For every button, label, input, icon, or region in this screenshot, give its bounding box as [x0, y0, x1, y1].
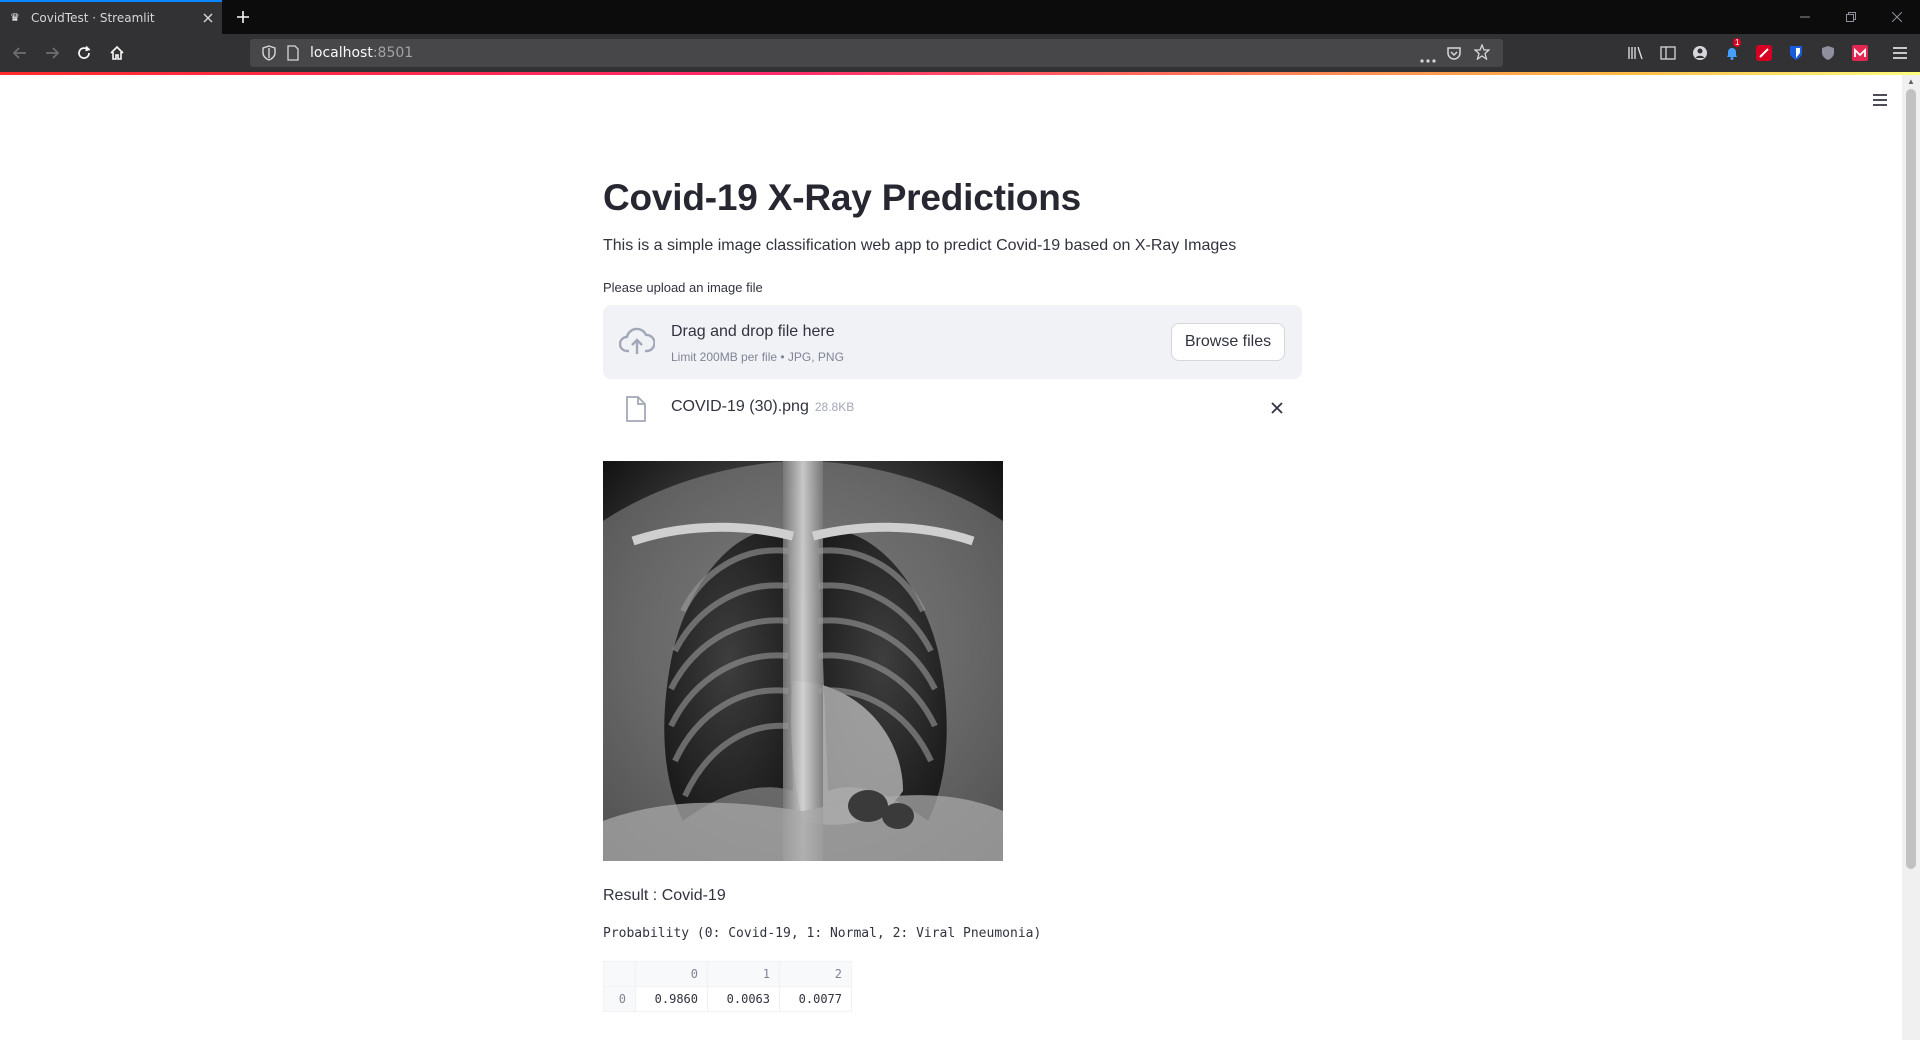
table-cell[interactable]: 0.0077 [779, 986, 852, 1012]
table-cell[interactable]: 0.9860 [635, 986, 708, 1012]
scroll-up-arrow-icon[interactable]: ▲ [1906, 77, 1916, 87]
table-cell[interactable]: 0.0063 [707, 986, 780, 1012]
dropzone-limit-text: Limit 200MB per file • JPG, PNG [671, 350, 844, 364]
minimize-window-icon[interactable] [1782, 0, 1828, 34]
cloud-upload-icon [618, 325, 656, 359]
prediction-result: Result : Covid-19 [603, 887, 726, 904]
uploaded-file-size: 28.8KB [814, 400, 855, 414]
streamlit-main-menu-icon[interactable] [1872, 93, 1892, 113]
library-icon[interactable] [1627, 44, 1645, 62]
account-icon[interactable] [1691, 44, 1709, 62]
close-icon[interactable] [1265, 396, 1289, 420]
column-header[interactable]: 2 [779, 961, 852, 987]
dropzone-title: Drag and drop file here [671, 323, 835, 340]
new-tab-button[interactable] [230, 4, 256, 30]
browser-nav-bar: localhost:8501 1 [0, 34, 1920, 72]
pocket-icon[interactable] [1446, 45, 1462, 66]
url-text[interactable]: localhost:8501 [310, 39, 413, 67]
uploaded-file-name: COVID-19 (30).png 28.8KB [671, 398, 855, 415]
page-viewport: Covid-19 X-Ray Predictions This is a sim… [0, 75, 1902, 1040]
shield-icon[interactable] [262, 45, 276, 66]
file-icon [625, 396, 647, 422]
tab-title: CovidTest · Streamlit [31, 11, 155, 25]
home-icon[interactable] [103, 39, 131, 67]
page-description: This is a simple image classification we… [603, 237, 1237, 254]
xray-image [603, 461, 1003, 861]
extension-gray-shield-icon[interactable] [1819, 44, 1837, 62]
scrollbar-thumb[interactable] [1906, 89, 1916, 869]
dataframe-header-row: 0 1 2 [603, 961, 852, 987]
back-arrow-icon[interactable] [6, 39, 34, 67]
close-window-icon[interactable] [1874, 0, 1920, 34]
reload-icon[interactable] [70, 39, 98, 67]
notification-bell-icon[interactable]: 1 [1723, 38, 1742, 62]
file-dropzone[interactable]: Drag and drop file here Limit 200MB per … [603, 305, 1302, 379]
restore-window-icon[interactable] [1828, 0, 1874, 34]
page-scrollbar[interactable]: ▲ [1902, 75, 1920, 1040]
page-info-icon[interactable] [286, 45, 300, 66]
forward-arrow-icon[interactable] [38, 39, 66, 67]
streamlit-crown-icon: ♛ [10, 12, 20, 24]
probability-dataframe[interactable]: 0 1 2 0 0.9860 0.0063 0.0077 [603, 961, 852, 1012]
extension-red-m-icon[interactable] [1851, 44, 1869, 62]
browser-tab-bar: ♛ CovidTest · Streamlit [0, 0, 1920, 34]
row-index: 0 [603, 986, 636, 1012]
table-row: 0 0.9860 0.0063 0.0077 [603, 986, 852, 1012]
probability-caption: Probability (0: Covid-19, 1: Normal, 2: … [603, 926, 1042, 941]
browser-tab-active[interactable]: ♛ CovidTest · Streamlit [0, 0, 222, 34]
browser-menu-icon[interactable] [1891, 44, 1909, 62]
page-title: Covid-19 X-Ray Predictions [603, 177, 1081, 218]
file-uploader-label: Please upload an image file [603, 280, 763, 295]
extension-red-wand-icon[interactable] [1755, 44, 1773, 62]
page-actions-menu-icon[interactable] [1420, 50, 1436, 68]
dataframe-corner-cell [603, 961, 636, 987]
uploaded-file-row: COVID-19 (30).png 28.8KB [603, 384, 1302, 432]
tab-close-icon[interactable] [194, 4, 222, 32]
column-header[interactable]: 0 [635, 961, 708, 987]
browse-files-button[interactable]: Browse files [1171, 323, 1285, 361]
sidebar-icon[interactable] [1659, 44, 1677, 62]
column-header[interactable]: 1 [707, 961, 780, 987]
url-bar[interactable]: localhost:8501 [250, 39, 1503, 67]
notification-badge: 1 [1733, 38, 1742, 47]
extension-blue-shield-icon[interactable] [1787, 44, 1805, 62]
bookmark-star-icon[interactable] [1473, 43, 1491, 65]
